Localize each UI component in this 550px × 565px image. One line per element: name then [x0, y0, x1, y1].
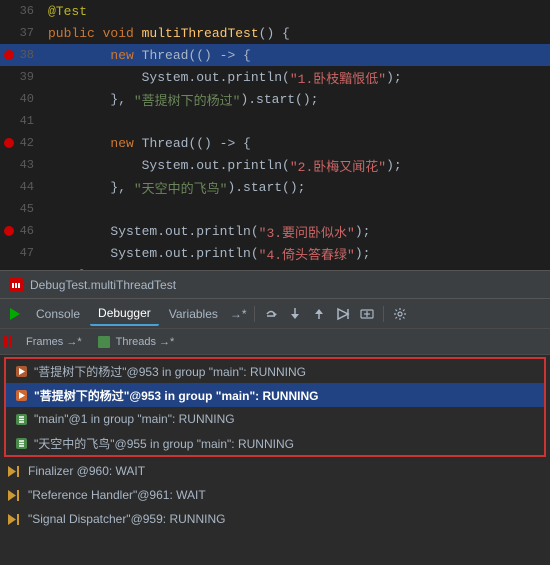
- thread-name-5: Finalizer @960: WAIT: [28, 464, 145, 478]
- evaluate-button[interactable]: [356, 303, 378, 325]
- debug-title-text: DebugTest.multiThreadTest: [30, 278, 176, 292]
- code-line-38: 38 new Thread(() -> {: [0, 44, 550, 66]
- debug-title-bar: DebugTest.multiThreadTest: [0, 271, 550, 299]
- code-editor: 36 @Test 37 public void multiThreadTest(…: [0, 0, 550, 270]
- threads-tab[interactable]: Threads →*: [92, 332, 181, 352]
- thread-icon-small: [98, 336, 110, 348]
- line-content-42: new Thread(() -> {: [42, 132, 550, 154]
- code-line-39: 39 System.out.println("1.卧枝黯恨低");: [0, 66, 550, 88]
- code-line-40: 40 }, "菩提树下的杨过").start();: [0, 88, 550, 110]
- breakpoint-42: [4, 138, 14, 148]
- thread-icon-3: [14, 412, 28, 426]
- tab-variables[interactable]: Variables: [161, 302, 226, 326]
- line-content-45: [42, 198, 550, 220]
- thread-item-6[interactable]: "Reference Handler"@961: WAIT: [0, 483, 550, 507]
- tab-console[interactable]: Console: [28, 302, 88, 326]
- line-content-37: public void multiThreadTest() {: [42, 22, 550, 44]
- gutter-45: 45: [0, 198, 42, 220]
- thread-name-7: "Signal Dispatcher"@959: RUNNING: [28, 512, 225, 526]
- line-content-41: [42, 110, 550, 132]
- gutter-44: 44: [0, 176, 42, 198]
- gutter-41: 41: [0, 110, 42, 132]
- debug-icon: [8, 277, 24, 293]
- run-to-cursor-button[interactable]: [332, 303, 354, 325]
- breakpoint-46: [4, 226, 14, 236]
- gutter-48: 48: [0, 264, 42, 270]
- gutter-47: 47: [0, 242, 42, 264]
- code-line-46: 46 System.out.println("3.要问卧似水");: [0, 220, 550, 242]
- frames-tab[interactable]: Frames →*: [20, 332, 88, 352]
- thread-running-icon-1: [14, 364, 28, 378]
- code-line-48: 48 }: [0, 264, 550, 270]
- code-line-41: 41: [0, 110, 550, 132]
- line-content-38: new Thread(() -> {: [42, 44, 550, 66]
- line-content-36: @Test: [42, 0, 550, 22]
- breakpoint-38: [4, 50, 14, 60]
- thread-name-1: "菩提树下的杨过"@953 in group "main": RUNNING: [34, 363, 306, 380]
- line-content-44: }, "天空中的飞鸟").start();: [42, 176, 550, 198]
- thread-name-2: "菩提树下的杨过"@953 in group "main": RUNNING: [34, 387, 318, 404]
- gutter-36: 36: [0, 0, 42, 22]
- arrow-icon-7: [8, 512, 22, 526]
- thread-name-4: "天空中的飞鸟"@955 in group "main": RUNNING: [34, 435, 294, 452]
- line-content-40: }, "菩提树下的杨过").start();: [42, 88, 550, 110]
- toolbar-sep-2: [383, 306, 384, 322]
- debug-panel: DebugTest.multiThreadTest Console Debugg…: [0, 270, 550, 565]
- pause-icon: [4, 336, 12, 347]
- code-line-37: 37 public void multiThreadTest() {: [0, 22, 550, 44]
- line-content-39: System.out.println("1.卧枝黯恨低");: [42, 66, 550, 88]
- step-out-button[interactable]: [308, 303, 330, 325]
- threads-list[interactable]: "菩提树下的杨过"@953 in group "main": RUNNING "…: [0, 355, 550, 565]
- thread-item-1[interactable]: "菩提树下的杨过"@953 in group "main": RUNNING: [6, 359, 544, 383]
- code-line-47: 47 System.out.println("4.倚头答春绿");: [0, 242, 550, 264]
- code-line-36: 36 @Test: [0, 0, 550, 22]
- thread-running-icon-2: [14, 388, 28, 402]
- code-line-42: 42 new Thread(() -> {: [0, 132, 550, 154]
- thread-item-5[interactable]: Finalizer @960: WAIT: [0, 459, 550, 483]
- thread-name-6: "Reference Handler"@961: WAIT: [28, 488, 206, 502]
- thread-item-7[interactable]: "Signal Dispatcher"@959: RUNNING: [0, 507, 550, 531]
- thread-item-2[interactable]: "菩提树下的杨过"@953 in group "main": RUNNING: [6, 383, 544, 407]
- gutter-38: 38: [0, 44, 42, 66]
- thread-item-3[interactable]: "main"@1 in group "main": RUNNING: [6, 407, 544, 431]
- gutter-40: 40: [0, 88, 42, 110]
- line-content-47: System.out.println("4.倚头答春绿");: [42, 242, 550, 264]
- arrow-icon-6: [8, 488, 22, 502]
- gutter-46: 46: [0, 220, 42, 242]
- thread-name-3: "main"@1 in group "main": RUNNING: [34, 412, 235, 426]
- debug-toolbar: Console Debugger Variables →*: [0, 299, 550, 329]
- arrow-icon-5: [8, 464, 22, 478]
- tab-debugger[interactable]: Debugger: [90, 302, 159, 326]
- thread-icon-4: [14, 436, 28, 450]
- gutter-43: 43: [0, 154, 42, 176]
- threads-group-box: "菩提树下的杨过"@953 in group "main": RUNNING "…: [4, 357, 546, 457]
- code-line-43: 43 System.out.println("2.卧梅又闻花");: [0, 154, 550, 176]
- debug-subbar: Frames →* Threads →*: [0, 329, 550, 355]
- code-line-45: 45: [0, 198, 550, 220]
- step-over-button[interactable]: [260, 303, 282, 325]
- line-content-43: System.out.println("2.卧梅又闻花");: [42, 154, 550, 176]
- gutter-37: 37: [0, 22, 42, 44]
- code-line-44: 44 }, "天空中的飞鸟").start();: [0, 176, 550, 198]
- gutter-39: 39: [0, 66, 42, 88]
- step-into-button[interactable]: [284, 303, 306, 325]
- thread-item-4[interactable]: "天空中的飞鸟"@955 in group "main": RUNNING: [6, 431, 544, 455]
- settings-button[interactable]: [389, 303, 411, 325]
- line-content-46: System.out.println("3.要问卧似水");: [42, 220, 550, 242]
- toolbar-separator: [254, 306, 255, 322]
- resume-button[interactable]: [4, 303, 26, 325]
- line-content-48: }: [42, 264, 550, 270]
- gutter-42: 42: [0, 132, 42, 154]
